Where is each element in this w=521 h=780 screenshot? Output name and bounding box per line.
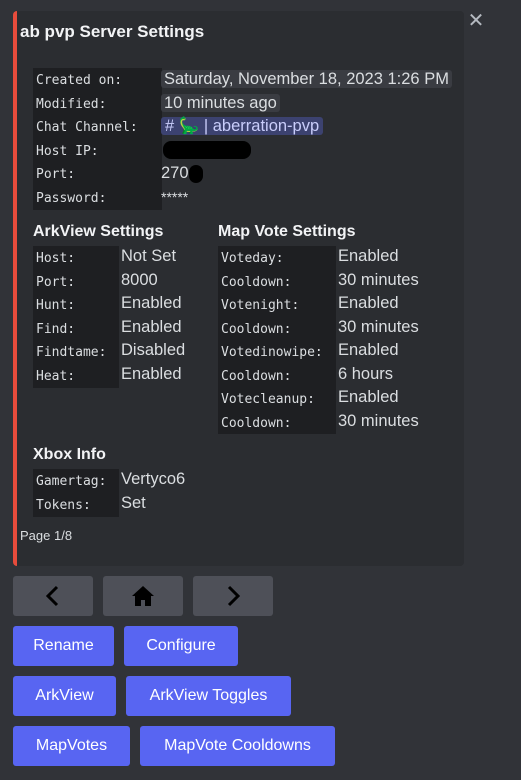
port-value: 270 <box>161 164 189 182</box>
xbox-label: Tokens: <box>36 497 91 513</box>
label-password: Password: <box>36 190 107 206</box>
xbox-labels: Gamertag: Tokens: <box>33 469 119 517</box>
mapvote-value: Enabled <box>338 247 399 265</box>
label-created: Created on: <box>36 73 123 88</box>
arkview-value: 8000 <box>121 270 158 289</box>
arkview-value: Enabled <box>121 294 182 312</box>
xbox-heading: Xbox Info <box>33 446 106 463</box>
configure-button[interactable]: Configure <box>124 626 238 666</box>
mapvote-label: Cooldown: <box>221 368 292 384</box>
redacted-host-ip <box>163 141 251 160</box>
arkview-label: Find: <box>36 321 76 337</box>
created-value: Saturday, November 18, 2023 1:26 PM <box>161 70 452 88</box>
mapvotes-button[interactable]: MapVotes <box>13 726 130 766</box>
next-icon <box>227 585 241 607</box>
label-modified: Modified: <box>36 96 107 112</box>
arkview-button[interactable]: ArkView <box>13 676 116 716</box>
arkview-value: Enabled <box>121 317 182 336</box>
server-labels: Created on: Modified: Chat Channel: Host… <box>33 68 162 210</box>
arkview-label: Host: <box>36 251 76 266</box>
channel-mention[interactable]: # 🦕 | aberration-pvp <box>161 117 324 135</box>
prev-button[interactable] <box>13 576 93 616</box>
mapvote-value: Enabled <box>338 341 399 359</box>
arkview-label: Heat: <box>36 368 76 384</box>
home-button[interactable] <box>103 576 183 616</box>
embed-title: ab pvp Server Settings <box>20 22 205 41</box>
arkview-values: Not Set 8000 Enabled Enabled Disabled En… <box>121 245 185 386</box>
arkview-heading: ArkView Settings <box>33 223 164 240</box>
home-icon <box>132 586 154 606</box>
page-indicator: Page 1/8 <box>20 528 73 543</box>
mapvote-cooldowns-button[interactable]: MapVote Cooldowns <box>140 726 335 766</box>
tokens-value: Set <box>121 493 146 512</box>
mapvote-label: Cooldown: <box>221 415 292 431</box>
xbox-values: Vertyco6 Set <box>121 468 185 515</box>
label-host-ip: Host IP: <box>36 143 99 159</box>
arkview-value: Enabled <box>121 364 182 383</box>
redacted-port <box>188 164 203 183</box>
mapvote-heading: Map Vote Settings <box>218 223 356 240</box>
mapvote-value: Enabled <box>338 294 399 312</box>
arkview-label: Hunt: <box>36 298 76 313</box>
gamertag-value: Vertyco6 <box>121 470 186 488</box>
password-value: ***** <box>161 188 189 205</box>
arkview-value: Not Set <box>121 247 177 265</box>
arkview-value: Disabled <box>121 341 186 359</box>
server-values: Saturday, November 18, 2023 1:26 PM 10 m… <box>161 68 452 209</box>
arkview-labels: Host: Port: Hunt: Find: Findtame: Heat: <box>33 246 119 388</box>
modified-value: 10 minutes ago <box>161 93 280 112</box>
mapvote-label: Votecleanup: <box>221 392 315 407</box>
mapvote-value: Enabled <box>338 388 399 406</box>
label-channel: Chat Channel: <box>36 120 138 135</box>
mapvote-value: 30 minutes <box>338 411 419 430</box>
arkview-label: Port: <box>36 274 76 290</box>
prev-icon <box>45 585 59 607</box>
close-icon[interactable]: ✕ <box>466 9 486 31</box>
mapvote-value: 30 minutes <box>338 317 419 336</box>
mapvote-label: Votedinowipe: <box>221 345 323 360</box>
label-port: Port: <box>36 167 76 182</box>
xbox-label: Gamertag: <box>36 474 107 489</box>
mapvote-labels: Voteday: Cooldown: Votenight: Cooldown: … <box>218 246 336 434</box>
arkview-toggles-button[interactable]: ArkView Toggles <box>126 676 291 716</box>
mapvote-value: 30 minutes <box>338 270 419 289</box>
mapvote-label: Voteday: <box>221 251 284 266</box>
arkview-label: Findtame: <box>36 345 107 360</box>
mapvote-label: Votenight: <box>221 298 300 313</box>
mapvote-value: 6 hours <box>338 364 394 383</box>
mapvote-label: Cooldown: <box>221 321 292 337</box>
mapvote-label: Cooldown: <box>221 274 292 290</box>
next-button[interactable] <box>193 576 273 616</box>
rename-button[interactable]: Rename <box>13 626 114 666</box>
mapvote-values: Enabled 30 minutes Enabled 30 minutes En… <box>338 245 419 433</box>
